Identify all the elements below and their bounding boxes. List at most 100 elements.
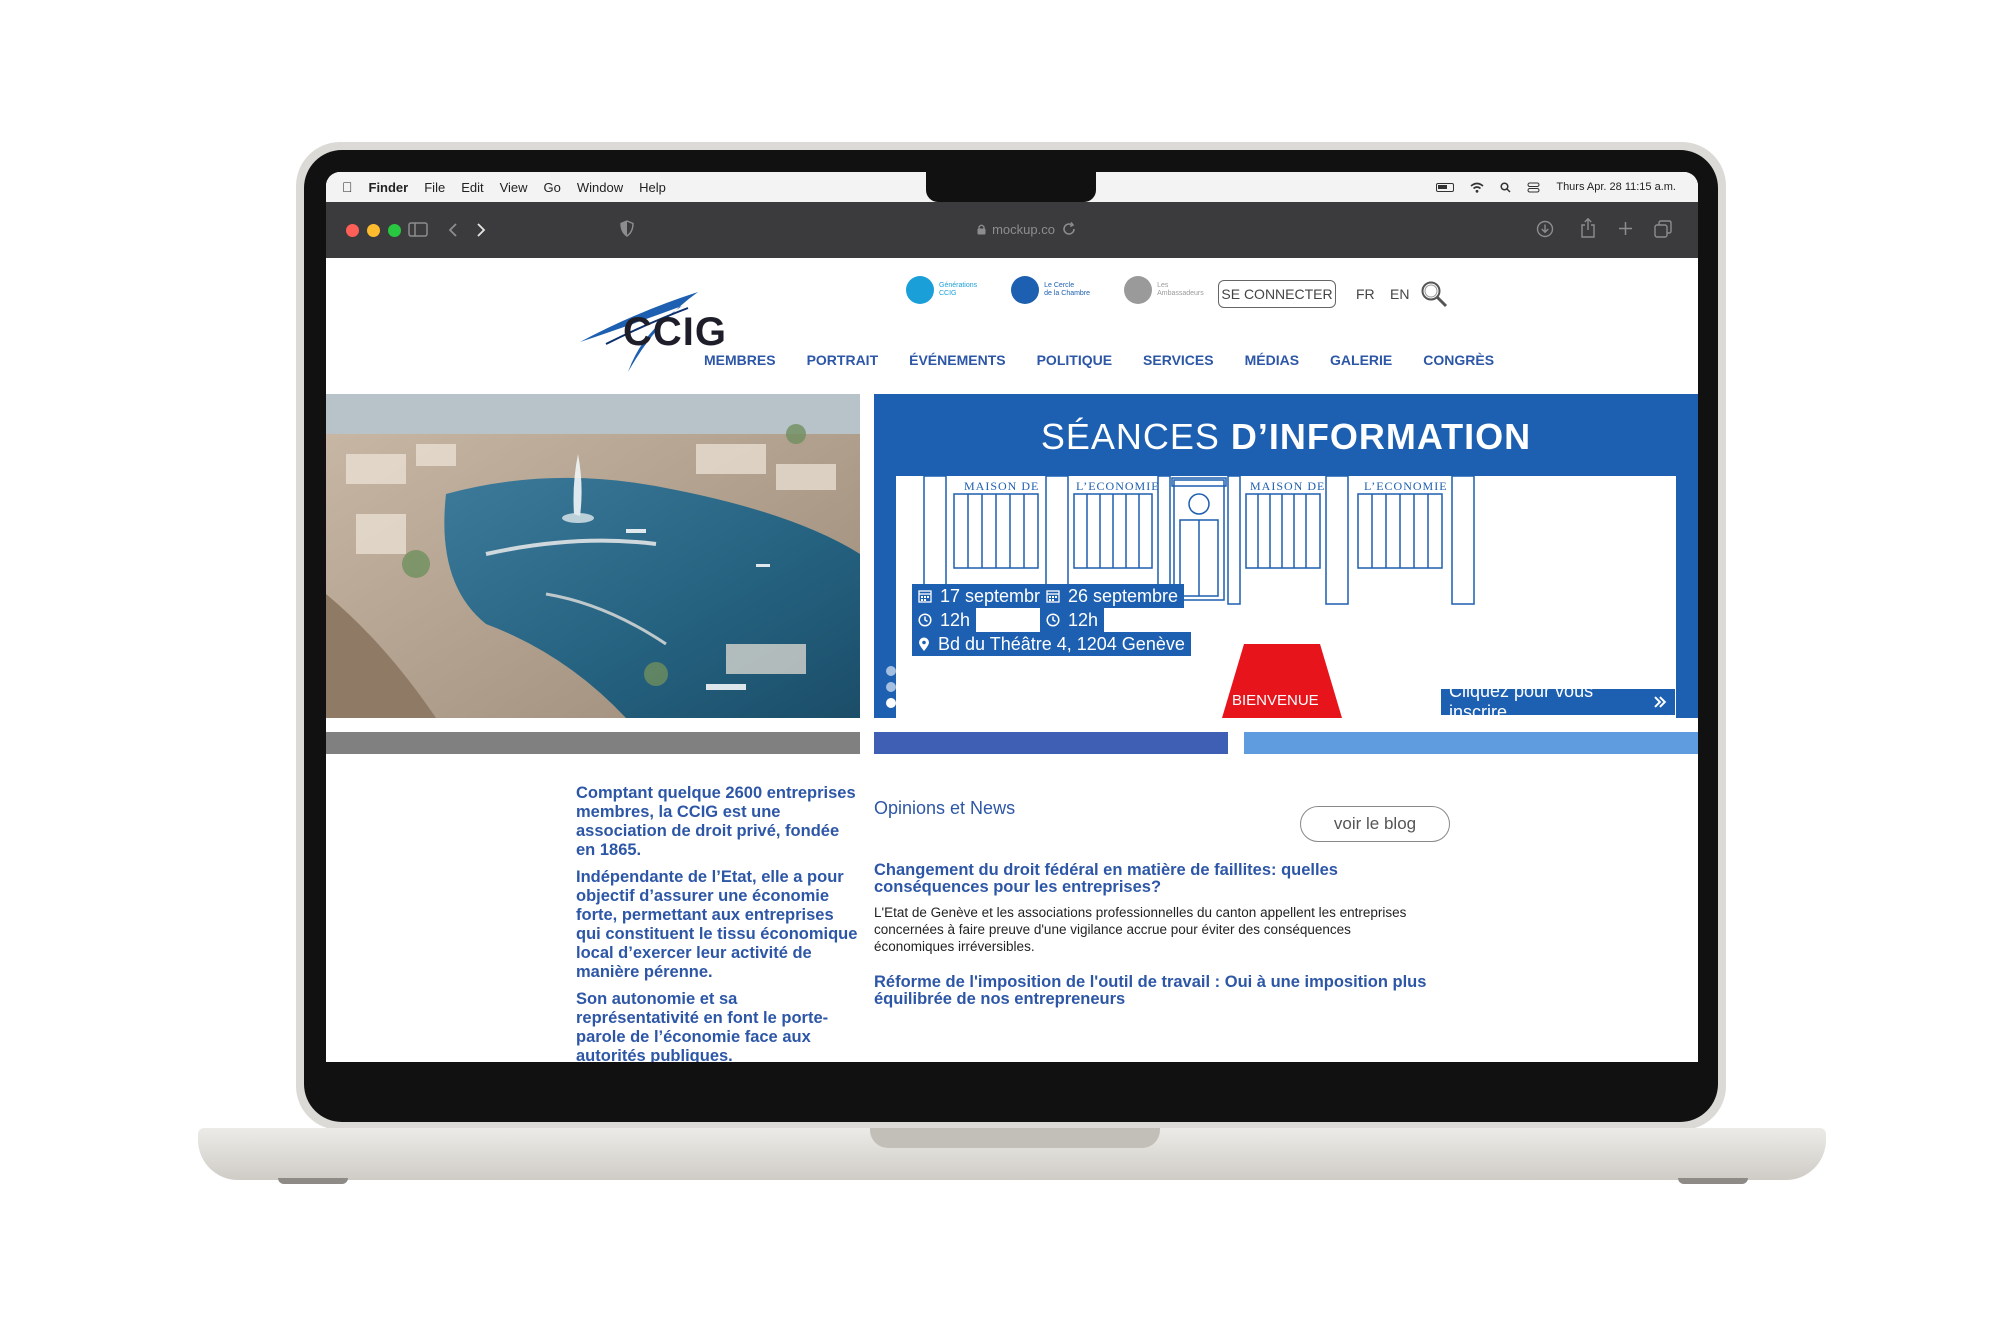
control-center-icon[interactable] xyxy=(1527,182,1540,193)
time-2: 12h xyxy=(1068,609,1099,630)
nav-medias[interactable]: MÉDIAS xyxy=(1245,352,1299,368)
sub-logo-line2: de la Chambre xyxy=(1044,290,1091,297)
time-tag-1: 12h xyxy=(912,608,977,632)
location-pin-icon xyxy=(919,637,929,651)
sub-logo-line2: Ambassadeurs xyxy=(1157,290,1204,297)
sidebar-icon[interactable] xyxy=(408,222,428,237)
sub-logo-line1: Générations xyxy=(939,282,978,289)
laptop-foot xyxy=(1678,1178,1748,1184)
privacy-shield-icon[interactable] xyxy=(620,220,634,237)
register-button[interactable]: Cliquez pour vous inscrire xyxy=(1440,681,1676,718)
minimize-window-button[interactable] xyxy=(367,223,380,237)
menu-app-finder[interactable]: Finder xyxy=(369,180,409,195)
menu-help[interactable]: Help xyxy=(639,180,666,195)
lock-icon xyxy=(977,224,986,234)
intro-text: Comptant quelque 2600 entreprises membre… xyxy=(576,784,860,1062)
lang-fr-link[interactable]: FR xyxy=(1356,286,1375,302)
wifi-icon[interactable] xyxy=(1470,182,1484,193)
cercle-chambre-icon xyxy=(1011,276,1040,304)
address-bar[interactable]: mockup.co xyxy=(916,218,1116,240)
sub-logo-line2: CCIG xyxy=(939,290,957,297)
menu-window[interactable]: Window xyxy=(577,180,623,195)
camera-notch xyxy=(926,172,1096,202)
download-icon[interactable] xyxy=(1536,220,1554,238)
banner-title-light: SÉANCES xyxy=(1040,416,1231,457)
nav-membres[interactable]: MEMBRES xyxy=(704,352,776,368)
news-item-title[interactable]: Réforme de l'imposition de l'outil de tr… xyxy=(874,974,1434,1008)
ccig-logo-text[interactable]: CCIG xyxy=(623,310,727,355)
spotlight-search-icon[interactable] xyxy=(1500,181,1511,193)
ambassadeurs-icon xyxy=(1124,276,1153,304)
section-bar-grey xyxy=(326,732,860,754)
date-2: 26 septembre xyxy=(1068,585,1179,606)
welcome-label: BIENVENUE xyxy=(1232,692,1319,709)
battery-icon[interactable] xyxy=(1436,182,1455,192)
nav-galerie[interactable]: GALERIE xyxy=(1330,352,1392,368)
generations-ccig-icon xyxy=(906,276,934,304)
carousel-dot-active[interactable] xyxy=(886,698,896,708)
tab-overview-icon[interactable] xyxy=(1654,220,1672,238)
apple-icon[interactable]:  xyxy=(342,179,353,195)
browser-toolbar: mockup.co xyxy=(326,202,1698,258)
nav-evenements[interactable]: ÉVÉNEMENTS xyxy=(909,352,1005,368)
ambassadeurs-logo[interactable]: Les Ambassadeurs xyxy=(1124,276,1204,304)
nav-portrait[interactable]: PORTRAIT xyxy=(807,352,879,368)
cercle-chambre-logo[interactable]: Le Cercle de la Chambre xyxy=(1011,276,1090,304)
facade-sign-maison-1: MAISON DE xyxy=(964,479,1039,493)
sub-brand-logos: Générations CCIG Le Cercle de la Chambre L… xyxy=(906,276,1204,304)
menu-edit[interactable]: Edit xyxy=(461,180,483,195)
lang-en-link[interactable]: EN xyxy=(1390,286,1409,302)
forward-icon[interactable] xyxy=(476,222,486,238)
new-tab-icon[interactable] xyxy=(1618,221,1633,236)
address: Bd du Théâtre 4, 1204 Genève xyxy=(938,633,1185,654)
reload-icon[interactable] xyxy=(1062,222,1076,236)
address-tag: Bd du Théâtre 4, 1204 Genève xyxy=(912,632,1191,656)
time-1: 12h xyxy=(940,609,971,630)
share-icon[interactable] xyxy=(1580,218,1596,238)
time-tag-2: 12h xyxy=(1040,608,1105,632)
news-heading: Opinions et News xyxy=(874,798,1016,818)
intro-paragraph-1: Comptant quelque 2600 entreprises membre… xyxy=(576,784,856,859)
nav-services[interactable]: SERVICES xyxy=(1143,352,1214,368)
carousel-dots xyxy=(886,666,896,708)
login-button[interactable]: SE CONNECTER xyxy=(1218,280,1336,308)
building-facade-illustration: MAISON DE L’ECONOMIE MAISON DE L’ECONOMI… xyxy=(896,475,1676,718)
double-chevron-right-icon xyxy=(1654,696,1667,708)
facade-sign-economie-1: L’ECONOMIE xyxy=(1076,479,1160,493)
carousel-dot[interactable] xyxy=(886,682,896,692)
sub-logo-line1: Le Cercle xyxy=(1044,282,1075,289)
calendar-icon xyxy=(1046,590,1060,603)
intro-paragraph-3: Son autonomie et sa représentativité en … xyxy=(576,990,829,1062)
clock-icon xyxy=(1046,613,1060,627)
close-window-button[interactable] xyxy=(346,223,359,237)
clock-icon xyxy=(918,613,932,627)
date-tag-2: 26 septembre xyxy=(1040,584,1185,608)
webpage: CCIG Générations CCIG Le Cercle de la Cham… xyxy=(326,258,1698,1062)
fullscreen-window-button[interactable] xyxy=(388,223,401,237)
geneva-aerial-photo xyxy=(326,394,860,718)
register-button-label: Cliquez pour vous inscrire xyxy=(1449,681,1594,718)
intro-paragraph-2: Indépendante de l’Etat, elle a pour obje… xyxy=(576,868,858,981)
menu-view[interactable]: View xyxy=(500,180,528,195)
menu-go[interactable]: Go xyxy=(544,180,561,195)
section-bar-blue xyxy=(874,732,1228,754)
nav-politique[interactable]: POLITIQUE xyxy=(1037,352,1112,368)
search-icon[interactable] xyxy=(1420,280,1448,308)
news-item-title[interactable]: Changement du droit fédéral en matière d… xyxy=(874,862,1434,896)
date-1: 17 septembre xyxy=(940,585,1051,606)
menu-file[interactable]: File xyxy=(424,180,445,195)
nav-congres[interactable]: CONGRÈS xyxy=(1423,352,1494,368)
back-icon[interactable] xyxy=(448,222,458,238)
section-bar-lightblue xyxy=(1244,732,1698,754)
carousel-dot[interactable] xyxy=(886,666,896,676)
banner-title: SÉANCES D’INFORMATION xyxy=(874,416,1698,458)
news-item-body: L'Etat de Genève et les associations pro… xyxy=(874,905,1407,954)
generations-ccig-logo[interactable]: Générations CCIG xyxy=(906,276,977,304)
facade-sign-economie-2: L’ECONOMIE xyxy=(1364,479,1448,493)
calendar-icon xyxy=(918,590,932,603)
view-blog-button[interactable]: voir le blog xyxy=(1300,806,1450,842)
menubar-clock[interactable]: Thurs Apr. 28 11:15 a.m. xyxy=(1556,181,1676,193)
url-text: mockup.co xyxy=(992,221,1055,237)
laptop-foot xyxy=(278,1178,348,1184)
info-session-banner[interactable]: SÉANCES D’INFORMATION MAISON DE L’ECONOM… xyxy=(874,394,1698,718)
